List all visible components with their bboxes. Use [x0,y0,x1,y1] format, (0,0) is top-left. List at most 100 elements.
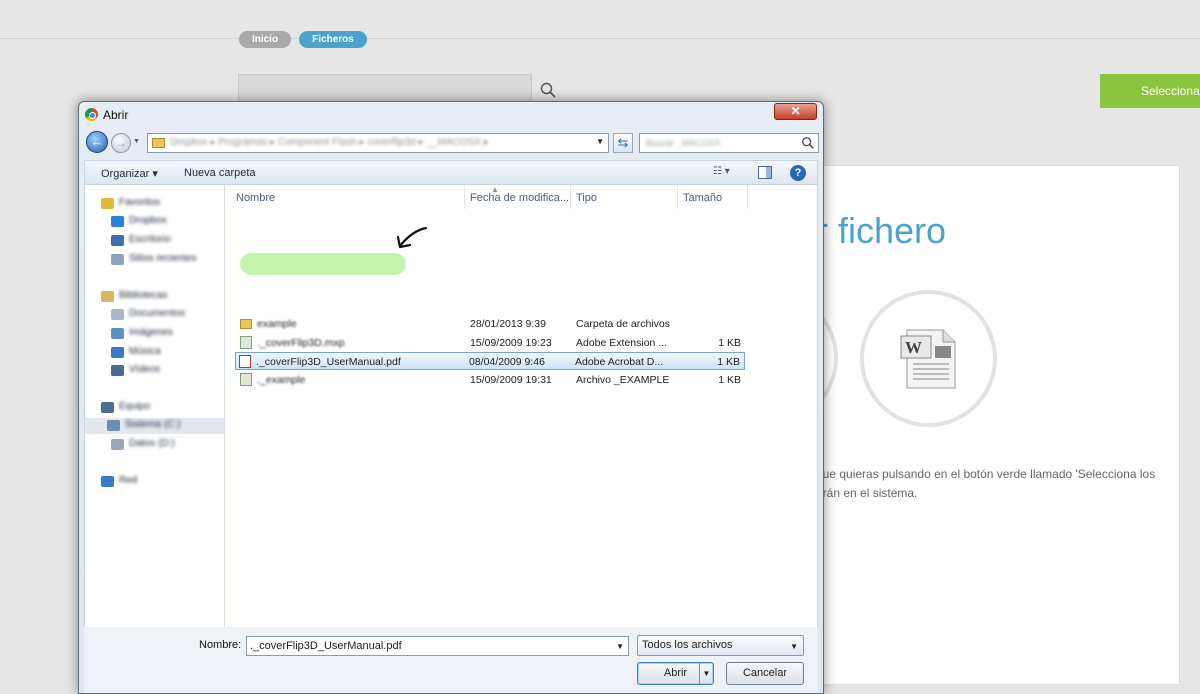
column-size[interactable]: Tamaño [678,185,748,209]
preview-pane-icon[interactable] [758,166,772,179]
forward-arrow-icon[interactable]: → [111,133,131,153]
open-file-dialog: Abrir ✕ ← → ▼ Dropbox ▸ Programas ▸ Comp… [78,101,824,694]
column-type[interactable]: Tipo [571,185,678,209]
address-bar: ← → ▼ Dropbox ▸ Programas ▸ Component Fl… [79,128,823,158]
dialog-footer: Nombre: ._coverFlip3D_UserManual.pdf ▼ T… [84,627,818,693]
cancel-button[interactable]: Cancelar [726,662,804,685]
nav-icon [101,291,114,302]
cell-name: ._coverFlip3D_UserManual.pdf [256,356,401,368]
file-row[interactable]: ._example 15/09/2009 19:31 Archivo _EXAMPL… [237,371,745,389]
nav-icon [107,420,120,431]
nav-item[interactable]: Sistema (C:) [85,418,224,434]
nav-item-label: Datos (D:) [129,438,175,449]
nav-item-label: Vídeos [129,364,161,375]
nav-icon [101,476,114,487]
refresh-icon[interactable]: ⇆ [613,133,633,153]
column-date[interactable]: Fecha de modifica... [465,185,571,209]
svg-text:W: W [905,338,922,357]
nav-icon [111,439,124,450]
pdf-file-icon [239,355,251,368]
help-icon[interactable]: ? [790,165,806,181]
file-row[interactable]: example 28/01/2013 9:39 Carpeta de archivo… [237,315,745,333]
file-icon [240,336,252,349]
file-icon [240,373,252,386]
panel-instructions: que quieras pulsando en el botón verde l… [816,467,1156,500]
search-icon[interactable] [801,136,815,150]
chrome-icon [85,108,98,121]
filename-label: Nombre: [199,639,242,651]
nav-item-label: Documentos [129,308,186,319]
back-arrow-icon[interactable]: ← [86,131,108,153]
cell-date: 15/09/2009 19:31 [470,374,552,386]
nav-item-label: Sistema (C:) [125,419,181,430]
new-folder-button[interactable]: Nueva carpeta [184,167,256,179]
nav-item-label: Dropbox [129,215,167,226]
navigation-pane: Favoritos Dropbox Escritorio Sitios recient… [84,185,225,627]
dialog-title: Abrir [103,108,129,122]
file-list: Nombre ▲ Fecha de modifica... Tipo Tamañ… [225,185,818,627]
views-menu-icon[interactable]: ☷ ▾ [713,166,743,180]
nav-icon [111,235,124,246]
nav-icon [101,402,114,413]
nav-item-label: Escritorio [129,234,171,245]
select-files-button[interactable]: Selecciona [1100,74,1200,108]
nav-item-label: Bibliotecas [119,290,168,301]
folder-search-input[interactable]: Buscar _MACOSX [639,133,819,153]
open-button-label: Abrir [663,667,688,679]
filename-input[interactable]: ._coverFlip3D_UserManual.pdf ▼ [246,636,629,656]
web-search-input[interactable] [238,74,532,102]
nav-item-label: Favoritos [119,197,161,208]
path-text: Dropbox ▸ Programas ▸ Component Flash ▸ … [170,137,489,148]
file-row[interactable]: ._coverFlip3D.mxp 15/09/2009 19:23 Adobe E… [237,334,745,352]
search-placeholder: Buscar _MACOSX [646,138,721,148]
filename-value: ._coverFlip3D_UserManual.pdf [250,640,402,652]
cell-date: 15/09/2009 19:23 [470,337,552,349]
history-dropdown-icon[interactable]: ▼ [133,138,140,145]
header-divider [0,38,1200,39]
cell-type: Carpeta de archivos [576,318,670,330]
nav-item-label: Red [119,475,138,486]
nav-icon [111,216,124,227]
cell-name: ._example [257,374,306,386]
dialog-titlebar[interactable]: Abrir ✕ [79,102,823,128]
nav-icon [101,198,114,209]
cell-date: 28/01/2013 9:39 [470,318,546,330]
panel-title: r fichero [816,210,947,251]
cell-size: 1 KB [717,356,740,368]
command-toolbar: Organizar ▾ Nueva carpeta ☷ ▾ ? [84,160,818,185]
file-type-filter[interactable]: Todos los archivos ▼ [637,635,804,656]
filter-dropdown-icon[interactable]: ▼ [790,637,798,656]
cell-type: Adobe Acrobat D... [575,356,664,368]
folder-icon [240,319,252,329]
cell-size: 1 KB [718,374,741,386]
nav-icon [111,254,124,265]
path-dropdown-icon[interactable]: ▼ [596,137,604,146]
nav-icon [111,309,124,320]
open-options-icon[interactable]: ▼ [699,663,713,684]
breadcrumb-inicio[interactable]: Inicio [239,31,291,48]
search-icon[interactable] [540,82,556,98]
column-name[interactable]: Nombre [231,185,465,209]
nav-item-label: Música [129,346,161,357]
filter-value: Todos los archivos [642,639,733,651]
cell-name: ._coverFlip3D.mxp [257,337,345,349]
nav-icon [111,365,124,376]
word-document-icon: W [900,329,956,389]
cell-size: 1 KB [718,337,741,349]
green-highlight-marker [240,253,406,275]
nav-icon [111,328,124,339]
cell-name: example [257,318,297,330]
filename-dropdown-icon[interactable]: ▼ [616,638,624,656]
open-button[interactable]: Abrir ▼ [637,662,714,685]
nav-item-label: Sitios recientes [129,253,197,264]
cell-type: Adobe Extension ... [576,337,668,349]
path-breadcrumb[interactable]: Dropbox ▸ Programas ▸ Component Flash ▸ … [147,133,609,153]
close-button[interactable]: ✕ [774,103,817,120]
cell-date: 08/04/2009 9:46 [469,356,545,368]
nav-item-label: Equipo [119,401,151,412]
annotation-arrow-icon [396,226,428,249]
cell-type: Archivo _EXAMPLE [576,374,670,386]
organize-menu[interactable]: Organizar ▾ [101,167,158,180]
breadcrumb-ficheros[interactable]: Ficheros [299,31,367,48]
file-row[interactable]: ._coverFlip3D_UserManual.pdf 08/04/2009 9… [235,352,745,370]
